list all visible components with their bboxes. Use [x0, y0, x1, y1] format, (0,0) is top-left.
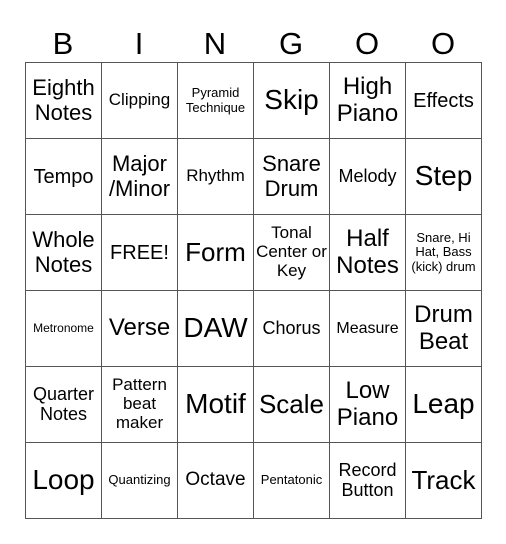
bingo-cell[interactable]: Snare, Hi Hat, Bass (kick) drum	[406, 215, 482, 291]
bingo-cell[interactable]: Effects	[406, 63, 482, 139]
header-letter: I	[134, 26, 144, 61]
bingo-cell[interactable]: Rhythm	[178, 139, 254, 215]
bingo-cell[interactable]: Pentatonic	[254, 443, 330, 519]
bingo-cell[interactable]: Record Button	[330, 443, 406, 519]
bingo-cell[interactable]: Octave	[178, 443, 254, 519]
bingo-cell[interactable]: Pattern beat maker	[102, 367, 178, 443]
bingo-cell[interactable]: Drum Beat	[406, 291, 482, 367]
bingo-cell[interactable]: Scale	[254, 367, 330, 443]
bingo-cell[interactable]: Eighth Notes	[26, 63, 102, 139]
header-letter: B	[52, 26, 74, 61]
bingo-cell[interactable]: Motif	[178, 367, 254, 443]
bingo-cell[interactable]: Major /Minor	[102, 139, 178, 215]
bingo-cell[interactable]: Leap	[406, 367, 482, 443]
bingo-grid: Eighth Notes Clipping Pyramid Technique Ski…	[25, 62, 482, 519]
bingo-cell[interactable]: High Piano	[330, 63, 406, 139]
bingo-cell[interactable]: Tonal Center or Key	[254, 215, 330, 291]
bingo-cell[interactable]: Verse	[102, 291, 178, 367]
bingo-cell[interactable]: Form	[178, 215, 254, 291]
header-letter: N	[203, 26, 227, 61]
bingo-cell[interactable]: Skip	[254, 63, 330, 139]
bingo-cell[interactable]: Melody	[330, 139, 406, 215]
bingo-cell[interactable]: Step	[406, 139, 482, 215]
bingo-cell[interactable]: Whole Notes	[26, 215, 102, 291]
bingo-cell[interactable]: Low Piano	[330, 367, 406, 443]
bingo-cell[interactable]: Half Notes	[330, 215, 406, 291]
bingo-cell[interactable]: Tempo	[26, 139, 102, 215]
bingo-header: BINGOO	[25, 26, 481, 62]
bingo-cell[interactable]: Snare Drum	[254, 139, 330, 215]
bingo-cell[interactable]: DAW	[178, 291, 254, 367]
bingo-cell[interactable]: Pyramid Technique	[178, 63, 254, 139]
free-space-cell[interactable]: FREE!	[102, 215, 178, 291]
bingo-cell[interactable]: Quantizing	[102, 443, 178, 519]
bingo-cell[interactable]: Quarter Notes	[26, 367, 102, 443]
bingo-cell[interactable]: Metronome	[26, 291, 102, 367]
bingo-cell[interactable]: Chorus	[254, 291, 330, 367]
header-letter: O	[354, 26, 380, 61]
header-letter: O	[430, 26, 456, 61]
bingo-cell[interactable]: Measure	[330, 291, 406, 367]
bingo-cell[interactable]: Track	[406, 443, 482, 519]
bingo-cell[interactable]: Clipping	[102, 63, 178, 139]
bingo-cell[interactable]: Loop	[26, 443, 102, 519]
header-letter: G	[278, 26, 304, 61]
